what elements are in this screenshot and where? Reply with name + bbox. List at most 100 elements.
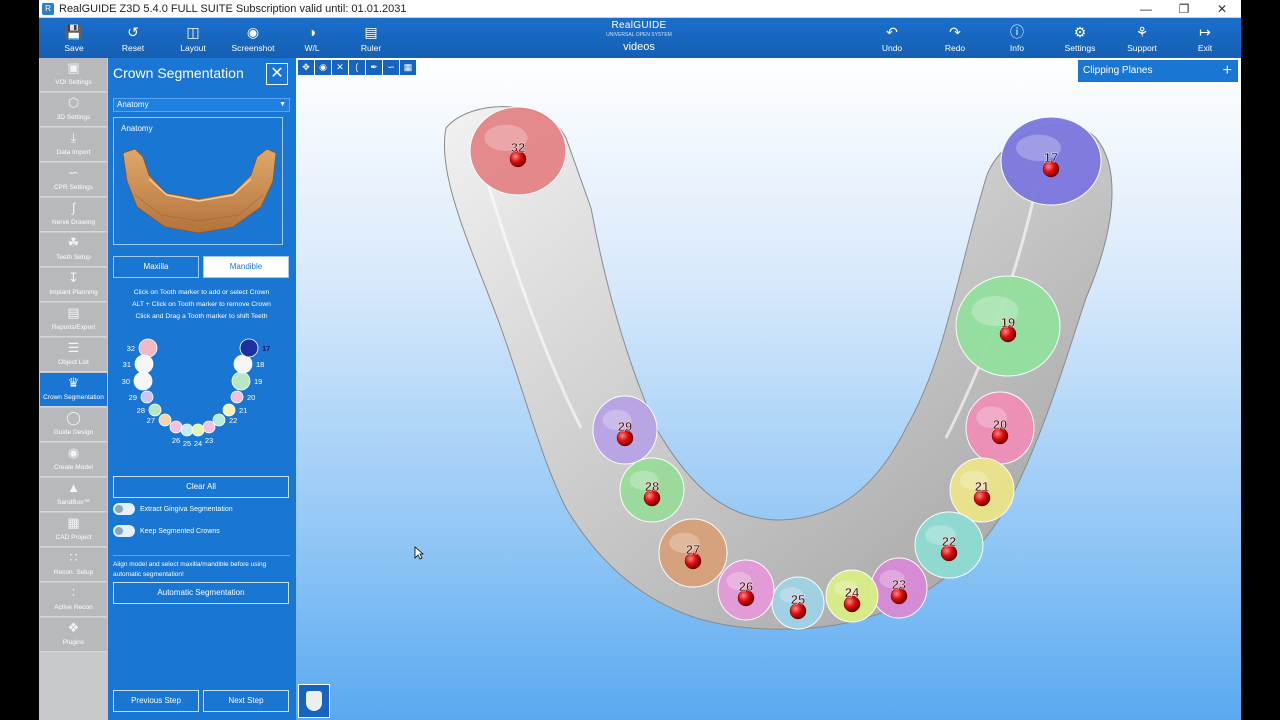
tooth-marker-29[interactable]: 29 bbox=[129, 390, 154, 404]
redo-button[interactable]: ↷ Redo bbox=[930, 21, 980, 57]
crown-19[interactable]: 19 bbox=[955, 275, 1061, 377]
next-step-button[interactable]: Next Step bbox=[203, 690, 289, 712]
tooth-marker-shape[interactable] bbox=[158, 413, 172, 427]
window-level-button[interactable]: ◑ W/L bbox=[287, 21, 337, 57]
clipping-planes-panel[interactable]: Clipping Planes + bbox=[1078, 60, 1238, 82]
rail-item-guide-design[interactable]: ◯ Guide Design bbox=[40, 408, 107, 442]
tooth-marker-18[interactable]: 18 bbox=[233, 354, 264, 374]
camera-icon[interactable]: ◉ bbox=[315, 60, 331, 75]
cut-icon[interactable]: ❲ bbox=[349, 60, 365, 75]
previous-step-button[interactable]: Previous Step bbox=[113, 690, 199, 712]
tooth-marker-17[interactable]: 17 bbox=[239, 338, 270, 358]
crown-28[interactable]: 28 bbox=[619, 457, 685, 523]
crown-25[interactable]: 25 bbox=[771, 576, 825, 630]
tooth-marker-30[interactable]: 30 bbox=[122, 371, 153, 391]
automatic-segmentation-button[interactable]: Automatic Segmentation bbox=[113, 582, 289, 604]
rail-item-reports-export[interactable]: ▤ Reports/Export bbox=[40, 303, 107, 337]
tooth-marker-28[interactable]: 28 bbox=[137, 403, 162, 417]
grid-icon[interactable]: ▦ bbox=[400, 60, 416, 75]
tooth-marker-21[interactable]: 21 bbox=[222, 403, 247, 417]
rail-item-data-import[interactable]: ⤓ Data Import bbox=[40, 128, 107, 162]
minimize-button[interactable]: — bbox=[1127, 2, 1165, 16]
crown-17[interactable]: 17 bbox=[1000, 116, 1102, 206]
crown-29[interactable]: 29 bbox=[592, 395, 658, 465]
settings-button[interactable]: ⚙ Settings bbox=[1055, 21, 1105, 57]
tooth-marker-shape[interactable] bbox=[233, 354, 253, 374]
rail-item-create-model[interactable]: ◉ Create Model bbox=[40, 443, 107, 477]
draw-icon[interactable]: ✒ bbox=[366, 60, 382, 75]
ruler-button[interactable]: ▤ Ruler bbox=[346, 21, 396, 57]
tooth-marker-shape[interactable] bbox=[148, 403, 162, 417]
tooth-marker-32[interactable]: 32 bbox=[127, 338, 158, 358]
crown-23[interactable]: 23 bbox=[870, 557, 928, 619]
crown-26[interactable]: 26 bbox=[717, 559, 775, 621]
crown-22[interactable]: 22 bbox=[914, 511, 984, 579]
tooth-marker-23[interactable]: 23 bbox=[202, 420, 216, 445]
rail-item-implant-planning[interactable]: ↧ Implant Planning bbox=[40, 268, 107, 302]
tooth-marker-shape[interactable] bbox=[134, 354, 154, 374]
support-button[interactable]: ⚘ Support bbox=[1117, 21, 1167, 57]
info-button[interactable]: ⓘ Info bbox=[992, 21, 1042, 57]
keep-segmented-row[interactable]: Keep Segmented Crowns bbox=[113, 525, 220, 539]
model-thumbnail-button[interactable] bbox=[298, 684, 330, 718]
rail-item-crown-segmentation[interactable]: ♛ Crown Segmentation bbox=[40, 373, 107, 407]
rail-item-sandbox[interactable]: ▲ SandBox™ bbox=[40, 478, 107, 512]
tooth-marker-map[interactable]: 32 31 30 292827 26 25 24 23 222120 19 18 17 bbox=[113, 334, 290, 466]
plus-icon[interactable]: + bbox=[1223, 60, 1232, 82]
rail-item-object-list[interactable]: ☰ Object List bbox=[40, 338, 107, 372]
rail-item-recon-setup[interactable]: ∷ Recon. Setup bbox=[40, 548, 107, 582]
restore-button[interactable]: ❐ bbox=[1165, 2, 1203, 16]
tooth-marker-shape[interactable] bbox=[140, 390, 154, 404]
tooth-marker-26[interactable]: 26 bbox=[169, 420, 183, 445]
tooth-marker-27[interactable]: 27 bbox=[147, 413, 172, 427]
reset-button[interactable]: ↺ Reset bbox=[108, 21, 158, 57]
layout-button[interactable]: ◫ Layout bbox=[168, 21, 218, 57]
tooth-marker-shape[interactable] bbox=[222, 403, 236, 417]
rail-item-voi-settings[interactable]: ▣ VOI Settings bbox=[40, 58, 107, 92]
crown-32[interactable]: 32 bbox=[469, 106, 567, 196]
extract-gingiva-toggle[interactable] bbox=[113, 503, 135, 516]
tooth-marker-19[interactable]: 19 bbox=[231, 371, 262, 391]
tooth-marker-24[interactable]: 24 bbox=[191, 423, 205, 448]
rail-item-active-recon[interactable]: ∶ Active Recon bbox=[40, 583, 107, 617]
tooth-marker-shape[interactable] bbox=[231, 371, 251, 391]
tooth-marker-shape[interactable] bbox=[169, 420, 183, 434]
close-icon[interactable]: ✕ bbox=[332, 60, 348, 75]
rail-item-3d-settings[interactable]: ⬡ 3D Settings bbox=[40, 93, 107, 127]
maxilla-button[interactable]: Maxilla bbox=[113, 256, 199, 278]
3d-viewport[interactable]: 32 17 19 20 21 22 23 24 25 26 27 28 29 ✥ ◉ ✕ ❲ ✒ ∽ ▦… bbox=[296, 58, 1241, 720]
exit-button[interactable]: ↦ Exit bbox=[1180, 21, 1230, 57]
rail-item-plugins[interactable]: ❖ Plugins bbox=[40, 618, 107, 652]
screenshot-button[interactable]: ◉ Screenshot bbox=[228, 21, 278, 57]
tooth-marker-shape[interactable] bbox=[180, 423, 194, 437]
mandible-3d-model[interactable]: 32 17 19 20 21 22 23 24 25 26 27 28 29 bbox=[296, 58, 1241, 720]
crown-24[interactable]: 24 bbox=[825, 569, 879, 623]
crown-21[interactable]: 21 bbox=[949, 457, 1015, 523]
undo-button[interactable]: ↶ Undo bbox=[867, 21, 917, 57]
tooth-marker-22[interactable]: 22 bbox=[212, 413, 237, 427]
move-icon[interactable]: ✥ bbox=[298, 60, 314, 75]
crown-20[interactable]: 20 bbox=[965, 391, 1035, 465]
rail-item-nerve-drawing[interactable]: ∫ Nerve Drawing bbox=[40, 198, 107, 232]
rail-item-cad-project[interactable]: ▦ CAD Project bbox=[40, 513, 107, 547]
rail-item-cpr-settings[interactable]: ∽ CPR Settings bbox=[40, 163, 107, 197]
keep-segmented-toggle[interactable] bbox=[113, 525, 135, 538]
extract-gingiva-row[interactable]: Extract Gingiva Segmentation bbox=[113, 503, 233, 517]
anatomy-dropdown[interactable]: Anatomy ▼ bbox=[113, 98, 290, 112]
tooth-marker-25[interactable]: 25 bbox=[180, 423, 194, 448]
crown-27[interactable]: 27 bbox=[658, 518, 728, 588]
rail-item-teeth-setup[interactable]: ☘ Teeth Setup bbox=[40, 233, 107, 267]
save-button[interactable]: 💾 Save bbox=[49, 21, 99, 57]
tooth-marker-shape[interactable] bbox=[212, 413, 226, 427]
tooth-marker-shape[interactable] bbox=[230, 390, 244, 404]
close-window-button[interactable]: ✕ bbox=[1203, 2, 1241, 16]
curve-icon[interactable]: ∽ bbox=[383, 60, 399, 75]
close-panel-button[interactable]: ✕ bbox=[266, 63, 288, 85]
tooth-marker-shape[interactable] bbox=[191, 423, 205, 437]
mandible-button[interactable]: Mandible bbox=[203, 256, 289, 278]
tooth-marker-shape[interactable] bbox=[138, 338, 158, 358]
tooth-marker-shape[interactable] bbox=[133, 371, 153, 391]
clear-all-button[interactable]: Clear All bbox=[113, 476, 289, 498]
tooth-marker-20[interactable]: 20 bbox=[230, 390, 255, 404]
tooth-marker-31[interactable]: 31 bbox=[123, 354, 154, 374]
